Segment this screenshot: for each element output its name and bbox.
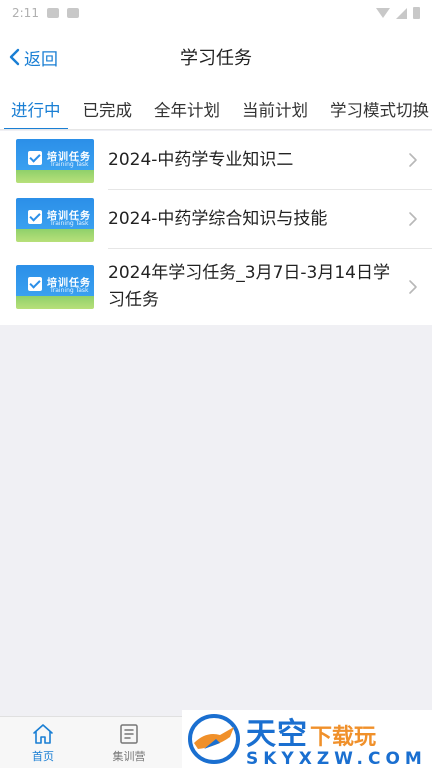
- tab-current-plan[interactable]: 当前计划: [231, 88, 319, 129]
- battery-icon: [413, 7, 420, 19]
- back-button[interactable]: 返回: [8, 26, 58, 88]
- chevron-right-icon: [409, 280, 417, 294]
- chevron-left-icon: [9, 48, 20, 66]
- tab-in-progress[interactable]: 进行中: [0, 88, 72, 129]
- site-logo-icon: [188, 714, 240, 764]
- task-item[interactable]: 培训任务 Training Task 2024年学习任务_3月7日-3月14日学…: [0, 249, 432, 325]
- nav-home[interactable]: 首页: [0, 717, 86, 768]
- page-title: 学习任务: [180, 48, 252, 69]
- chevron-right-icon: [409, 153, 417, 167]
- watermark: 天空 下载玩 SKYXZW.COM: [182, 710, 432, 768]
- task-title: 2024-中药学专业知识二: [108, 149, 294, 170]
- tab-completed[interactable]: 已完成: [72, 88, 144, 129]
- checkbox-icon: [28, 150, 42, 165]
- task-title: 2024-中药学综合知识与技能: [108, 208, 328, 229]
- training-task-thumbnail: 培训任务 Training Task: [16, 265, 94, 309]
- wifi-icon: [376, 8, 390, 18]
- gallery-icon: [46, 8, 59, 18]
- thumbnail-subtitle: Training Task: [50, 160, 89, 168]
- training-task-thumbnail: 培训任务 Training Task: [16, 138, 94, 183]
- task-list: 培训任务 Training Task 2024-中药学专业知识二 培训任务 Tr…: [0, 131, 432, 325]
- task-item[interactable]: 培训任务 Training Task 2024-中药学专业知识二: [0, 131, 432, 190]
- status-time: 2:11: [12, 6, 39, 20]
- nav-home-label: 首页: [32, 749, 54, 763]
- watermark-main: 天空: [246, 717, 308, 752]
- tab-bar: 进行中 已完成 全年计划 当前计划 学习模式切换: [0, 88, 432, 130]
- nav-training-camp[interactable]: 集训营: [86, 717, 172, 768]
- watermark-accent: 下载玩: [310, 725, 377, 750]
- nav-training-camp-label: 集训营: [112, 749, 146, 763]
- header: 学习任务 返回: [0, 26, 432, 88]
- notification-icon: [66, 8, 79, 18]
- home-icon: [33, 723, 53, 744]
- task-item[interactable]: 培训任务 Training Task 2024-中药学综合知识与技能: [0, 190, 432, 249]
- checkbox-icon: [28, 277, 42, 291]
- clipboard-icon: [120, 723, 138, 744]
- task-title: 2024年学习任务_3月7日-3月14日学习任务: [108, 263, 390, 310]
- status-bar: 2:11: [0, 0, 432, 26]
- checkbox-icon: [28, 209, 42, 224]
- chevron-right-icon: [409, 212, 417, 226]
- tab-study-mode-switch[interactable]: 学习模式切换: [319, 88, 432, 129]
- signal-icon: [396, 7, 407, 19]
- thumbnail-subtitle: Training Task: [50, 287, 89, 294]
- tab-annual-plan[interactable]: 全年计划: [143, 88, 231, 129]
- thumbnail-subtitle: Training Task: [50, 219, 89, 227]
- watermark-sub: SKYXZW.COM: [246, 749, 427, 768]
- back-label: 返回: [24, 49, 58, 70]
- training-task-thumbnail: 培训任务 Training Task: [16, 197, 94, 242]
